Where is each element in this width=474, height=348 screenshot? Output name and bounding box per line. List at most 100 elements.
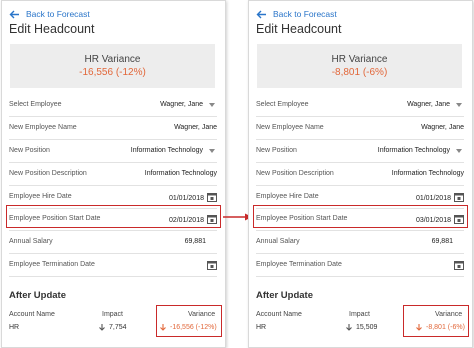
new-employee-name-input[interactable]: Wagner, Jane [174, 124, 217, 131]
account-name-cell: HR [256, 324, 267, 331]
select-employee-dropdown[interactable]: Wagner, Jane [160, 101, 215, 108]
employee-hire-date-input[interactable]: 01/01/2018 [416, 193, 464, 203]
field-label: Select Employee [9, 101, 62, 108]
employee-hire-date-input[interactable]: 01/01/2018 [169, 193, 217, 203]
chevron-down-icon [209, 148, 215, 153]
new-position-description-input[interactable]: Information Technology [145, 170, 217, 177]
variance-cell: -8,801 (-6%) [416, 324, 465, 331]
calendar-icon[interactable] [207, 214, 217, 224]
field-value: 03/01/2018 [415, 216, 451, 224]
new-employee-name-field[interactable]: New Employee Name Wagner, Jane [249, 117, 472, 140]
employee-hire-date-field[interactable]: Employee Hire Date 01/01/2018 [2, 186, 225, 209]
impact-cell: 15,509 [346, 324, 377, 331]
employee-position-start-date-input[interactable]: 03/01/2018 [416, 215, 464, 225]
page-title: Edit Headcount [256, 22, 342, 36]
arrow-down-icon [99, 324, 105, 331]
highlight-variance [156, 305, 222, 337]
arrow-down-icon [416, 324, 422, 331]
variance-summary-title: HR Variance [84, 54, 141, 65]
arrow-down-icon [160, 324, 166, 331]
field-label: Annual Salary [256, 238, 300, 245]
variance-value: -8,801 (-6%) [426, 324, 465, 331]
new-position-description-input[interactable]: Information Technology [392, 170, 464, 177]
annual-salary-input[interactable]: 69,881 [432, 238, 453, 245]
back-arrow-icon [256, 10, 266, 18]
new-position-field[interactable]: New Position Information Technology [249, 140, 472, 163]
variance-summary-title: HR Variance [331, 54, 388, 65]
chevron-down-icon [456, 102, 462, 107]
field-divider [256, 276, 464, 277]
variance-cell: -16,556 (-12%) [160, 324, 217, 331]
field-label: New Position Description [256, 170, 334, 177]
annual-salary-input[interactable]: 69,881 [185, 238, 206, 245]
new-position-field[interactable]: New Position Information Technology [2, 140, 225, 163]
field-label: Employee Termination Date [9, 261, 95, 268]
employee-position-start-date-field[interactable]: Employee Position Start Date 03/01/2018 [249, 208, 472, 231]
impact-value: 7,754 [109, 324, 127, 331]
new-employee-name-field[interactable]: New Employee Name Wagner, Jane [2, 117, 225, 140]
field-label: New Position [9, 147, 50, 154]
variance-value: -16,556 (-12%) [170, 324, 217, 331]
field-label: New Position Description [9, 170, 87, 177]
field-label: New Employee Name [256, 124, 324, 131]
field-label: New Employee Name [9, 124, 77, 131]
field-value: 01/01/2018 [415, 194, 451, 202]
field-value: Information Technology [130, 147, 203, 154]
calendar-icon[interactable] [454, 192, 464, 202]
employee-hire-date-field[interactable]: Employee Hire Date 01/01/2018 [249, 186, 472, 209]
employee-position-start-date-field[interactable]: Employee Position Start Date 02/01/2018 [2, 208, 225, 231]
field-label: Employee Hire Date [9, 193, 72, 200]
after-update-heading: After Update [256, 290, 314, 301]
back-to-forecast-link[interactable]: Back to Forecast [9, 7, 90, 21]
chevron-down-icon [209, 102, 215, 107]
variance-summary: HR Variance -16,556 (-12%) [10, 44, 215, 88]
field-value: Wagner, Jane [407, 101, 450, 108]
chevron-down-icon [456, 148, 462, 153]
new-position-dropdown[interactable]: Information Technology [378, 147, 462, 154]
new-position-description-field[interactable]: New Position Description Information Tec… [249, 163, 472, 186]
field-value: Information Technology [377, 147, 450, 154]
column-header-account-name: Account Name [256, 311, 302, 318]
variance-summary-value: -16,556 (-12%) [79, 67, 146, 78]
highlight-variance [403, 305, 469, 337]
column-header-impact: Impact [102, 311, 124, 318]
annual-salary-field[interactable]: Annual Salary 69,881 [249, 231, 472, 254]
variance-summary: HR Variance -8,801 (-6%) [257, 44, 462, 88]
select-employee-field[interactable]: Select Employee Wagner, Jane [249, 94, 472, 117]
edit-headcount-panel-after: Back to Forecast Edit Headcount HR Varia… [248, 0, 473, 348]
back-arrow-icon [9, 10, 19, 18]
variance-summary-value: -8,801 (-6%) [331, 67, 388, 78]
after-update-heading: After Update [9, 290, 67, 301]
calendar-icon[interactable] [454, 260, 464, 270]
calendar-icon[interactable] [207, 192, 217, 202]
back-label: Back to Forecast [26, 9, 90, 19]
field-label: New Position [256, 147, 297, 154]
calendar-icon[interactable] [207, 260, 217, 270]
arrow-down-icon [346, 324, 352, 331]
field-label: Employee Hire Date [256, 193, 319, 200]
field-label: Select Employee [256, 101, 309, 108]
calendar-icon[interactable] [454, 214, 464, 224]
employee-termination-date-input[interactable] [451, 261, 464, 271]
column-header-impact: Impact [349, 311, 371, 318]
field-value: Wagner, Jane [160, 101, 203, 108]
impact-value: 15,509 [356, 324, 378, 331]
column-header-variance: Variance [188, 311, 216, 318]
annual-salary-field[interactable]: Annual Salary 69,881 [2, 231, 225, 254]
select-employee-field[interactable]: Select Employee Wagner, Jane [2, 94, 225, 117]
account-name-cell: HR [9, 324, 20, 331]
page-title: Edit Headcount [9, 22, 95, 36]
column-header-variance: Variance [435, 311, 463, 318]
new-position-dropdown[interactable]: Information Technology [131, 147, 215, 154]
edit-headcount-panel-before: Back to Forecast Edit Headcount HR Varia… [1, 0, 226, 348]
employee-termination-date-field[interactable]: Employee Termination Date [249, 254, 472, 277]
select-employee-dropdown[interactable]: Wagner, Jane [407, 101, 462, 108]
employee-termination-date-field[interactable]: Employee Termination Date [2, 254, 225, 277]
employee-position-start-date-input[interactable]: 02/01/2018 [169, 215, 217, 225]
field-label: Employee Termination Date [256, 261, 342, 268]
field-label: Annual Salary [9, 238, 53, 245]
new-employee-name-input[interactable]: Wagner, Jane [421, 124, 464, 131]
back-to-forecast-link[interactable]: Back to Forecast [256, 7, 337, 21]
new-position-description-field[interactable]: New Position Description Information Tec… [2, 163, 225, 186]
employee-termination-date-input[interactable] [204, 261, 217, 271]
